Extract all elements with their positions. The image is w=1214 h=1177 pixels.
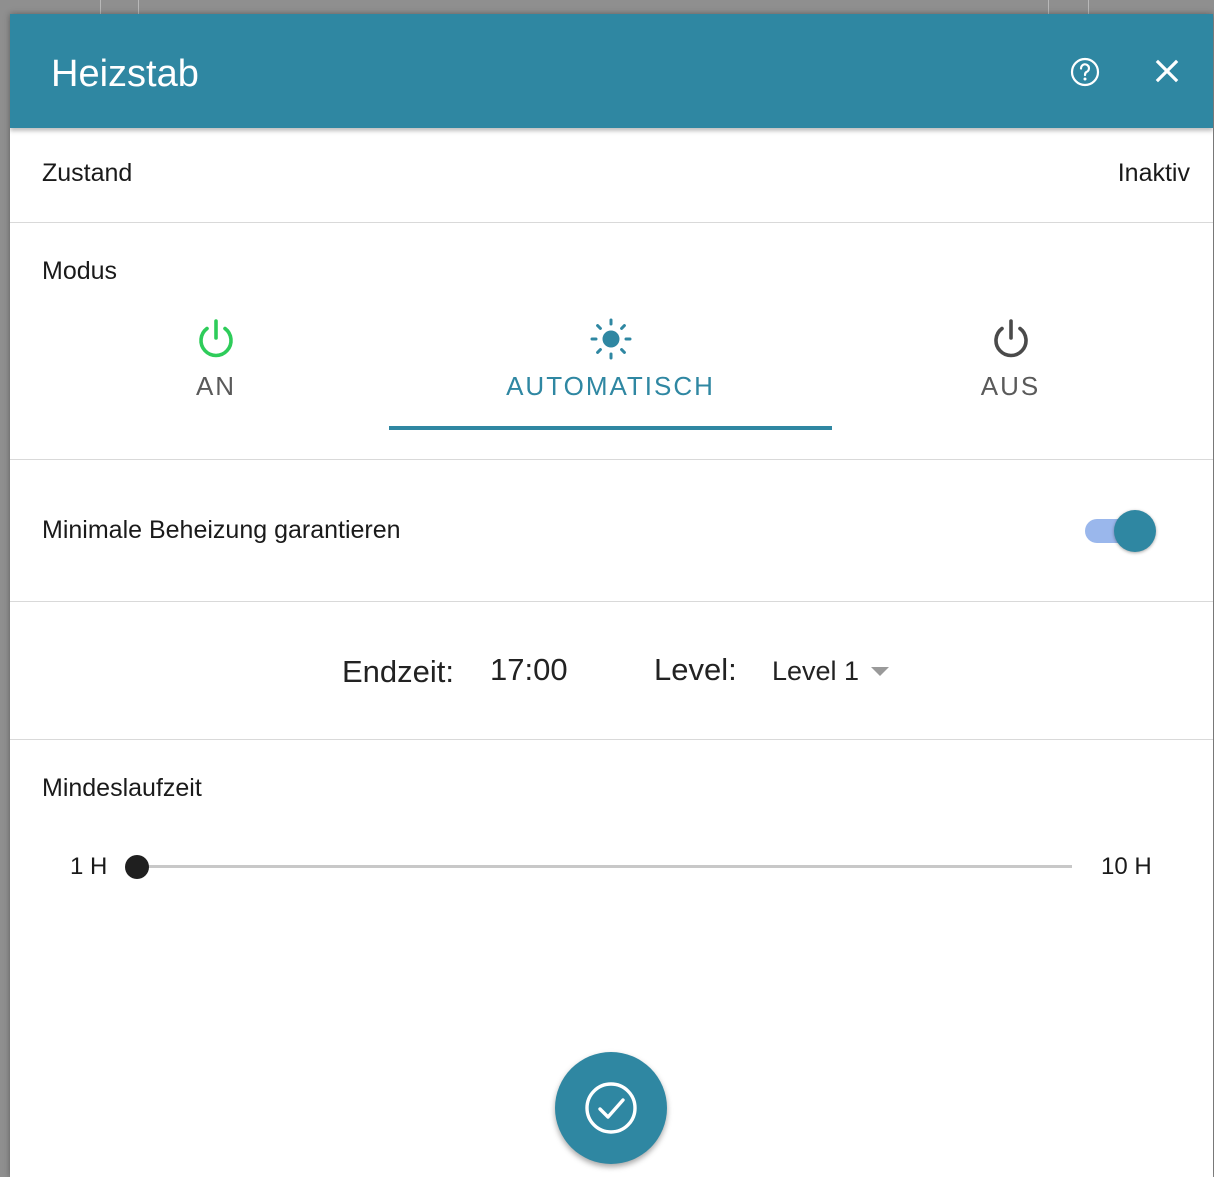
dialog-header: Heizstab — [10, 14, 1213, 128]
active-tab-indicator — [389, 426, 832, 430]
min-runtime-slider[interactable] — [125, 855, 1072, 879]
help-circle-icon — [1070, 57, 1100, 87]
min-runtime-label: Mindeslaufzeit — [42, 774, 202, 802]
toggle-thumb — [1114, 510, 1156, 552]
tab-automatisch[interactable]: AUTOMATISCH — [389, 313, 832, 439]
state-value: Inaktiv — [1117, 159, 1190, 187]
power-icon — [993, 319, 1028, 358]
schedule-row: Endzeit: 17:00 Level: Level 1 — [10, 602, 1213, 740]
tab-aus[interactable]: AUS — [808, 313, 1213, 439]
end-time-label: Endzeit: — [342, 654, 455, 689]
close-button[interactable] — [1152, 56, 1182, 86]
heizstab-dialog: Heizstab Zustand Inaktiv Modus AN AUTOMA… — [10, 14, 1213, 1177]
slider-thumb[interactable] — [125, 855, 149, 879]
end-time-value[interactable]: 17:00 — [490, 652, 568, 688]
min-heating-toggle[interactable] — [1083, 508, 1159, 552]
close-icon — [1155, 59, 1179, 83]
help-button[interactable] — [1069, 56, 1101, 88]
tab-an-label: AN — [195, 371, 237, 401]
level-select[interactable]: Level 1 — [772, 654, 890, 690]
dialog-title: Heizstab — [51, 53, 199, 95]
sun-icon — [590, 318, 631, 360]
state-row: Zustand Inaktiv — [10, 128, 1213, 223]
tab-an[interactable]: AN — [10, 313, 422, 439]
check-circle-icon — [585, 1082, 637, 1134]
slider-min-label: 1 H — [70, 853, 108, 880]
confirm-button[interactable] — [555, 1052, 667, 1164]
tab-automatisch-label: AUTOMATISCH — [506, 371, 715, 401]
min-heating-row: Minimale Beheizung garantieren — [10, 460, 1213, 602]
min-heating-label: Minimale Beheizung garantieren — [42, 516, 401, 544]
state-label: Zustand — [42, 159, 133, 187]
chevron-down-icon — [871, 666, 890, 676]
level-label: Level: — [654, 652, 737, 687]
tab-aus-label: AUS — [980, 371, 1041, 401]
mode-row: Modus AN AUTOMATISCH AUS — [10, 223, 1213, 460]
power-icon — [199, 319, 233, 358]
mode-label: Modus — [42, 257, 118, 285]
slider-max-label: 10 H — [1101, 853, 1152, 880]
level-select-value: Level 1 — [772, 656, 860, 686]
